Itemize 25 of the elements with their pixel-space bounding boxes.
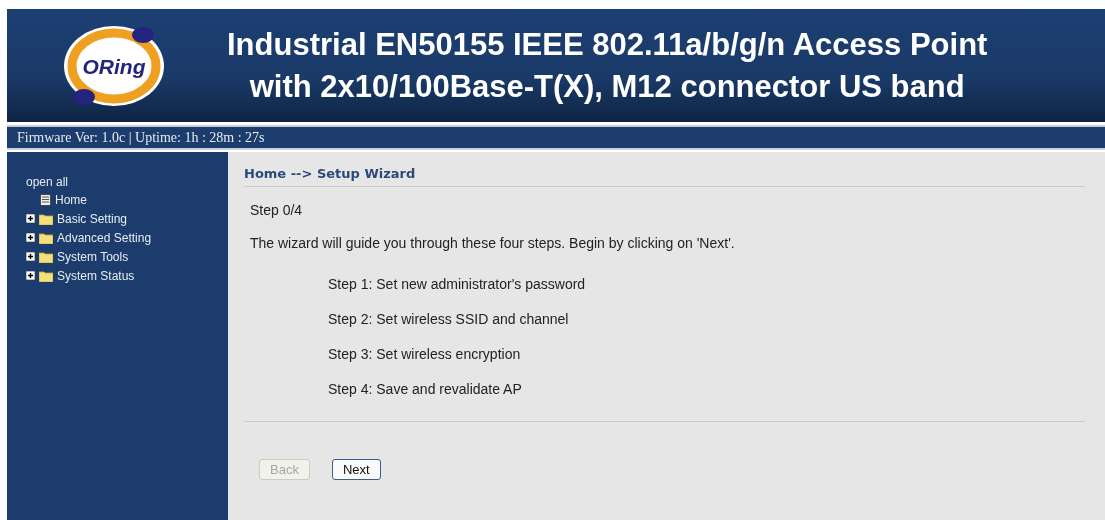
page-icon (40, 193, 51, 206)
next-button[interactable]: Next (331, 459, 381, 480)
step-text: Step 2: Set wireless SSID and channel (328, 311, 570, 327)
step-text: Step 1: Set new administrator's password (328, 276, 587, 292)
folder-icon (39, 212, 53, 225)
intro-text: The wizard will guide you through these four steps. Begin by clicking on 'Next'. (250, 235, 736, 251)
sidebar-item[interactable]: Advanced Setting (57, 230, 152, 245)
sidebar-item[interactable]: System Tools (57, 249, 129, 264)
step-counter: Step 0/4 (250, 202, 304, 218)
plus-icon[interactable] (26, 252, 35, 261)
firmware-info: Firmware Ver: 1.0c | Uptime: 1h : 28m : 27s (17, 129, 265, 146)
plus-icon[interactable] (26, 214, 35, 223)
open-all-link[interactable]: open all (26, 174, 69, 190)
sidebar-item[interactable]: Basic Setting (57, 211, 128, 226)
folder-icon (39, 231, 53, 244)
page-title: Industrial EN50155 IEEE 802.11a/b/g/n Access Point with 2x10/100Base-T(X), M12 connector US band (227, 25, 988, 106)
breadcrumb: Home --> Setup Wizard (244, 166, 1085, 187)
plus-icon[interactable] (26, 271, 35, 280)
step-text: Step 3: Set wireless encryption (328, 346, 522, 362)
step-text: Step 4: Save and revalidate AP (328, 381, 523, 397)
sidebar-item[interactable]: Home (55, 192, 87, 207)
folder-icon (39, 250, 53, 263)
sidebar-item[interactable]: System Status (57, 268, 135, 283)
plus-icon[interactable] (26, 233, 35, 242)
folder-icon (39, 269, 53, 282)
